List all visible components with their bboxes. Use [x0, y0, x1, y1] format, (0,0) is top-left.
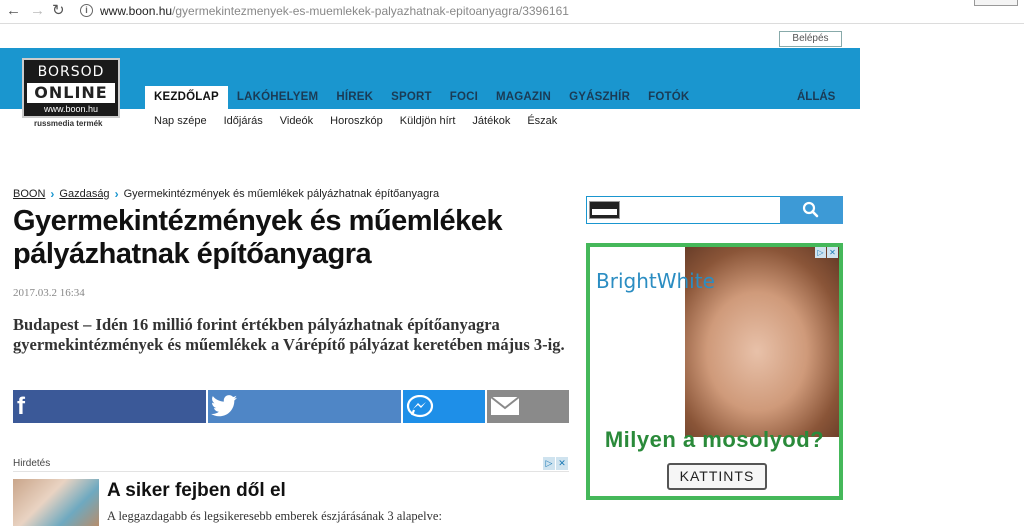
- ad-label: Hirdetés: [13, 458, 51, 469]
- divider: [13, 471, 569, 472]
- twitter-icon: [211, 395, 237, 417]
- sub-nav: Nap szépe Időjárás Videók Horoszkóp Küld…: [154, 115, 574, 127]
- facebook-icon: f: [17, 393, 25, 420]
- subnav-item[interactable]: Videók: [280, 115, 313, 127]
- subnav-item[interactable]: Játékok: [472, 115, 510, 127]
- info-icon[interactable]: i: [80, 4, 93, 17]
- site-logo[interactable]: BORSOD ONLINE www.boon.hu: [22, 58, 120, 118]
- share-bar: f: [13, 390, 569, 423]
- messenger-icon: [406, 395, 434, 418]
- subnav-item[interactable]: Nap szépe: [154, 115, 207, 127]
- nav-item-magazin[interactable]: MAGAZIN: [487, 86, 560, 109]
- breadcrumb: BOON › Gazdaság › Gyermekintézmények és …: [13, 187, 439, 201]
- nav-item-lakohelyem[interactable]: LAKÓHELYEM: [228, 86, 327, 109]
- breadcrumb-current: Gyermekintézmények és műemlékek pályázha…: [123, 188, 440, 200]
- nav-item-fotok[interactable]: FOTÓK: [639, 86, 698, 109]
- twitter-share-button[interactable]: [208, 390, 401, 423]
- breadcrumb-section[interactable]: Gazdaság: [59, 188, 109, 200]
- address-bar[interactable]: www.boon.hu/gyermekintezmenyek-es-muemle…: [100, 1, 1000, 21]
- url-path: /gyermekintezmenyek-es-muemlekek-palyazh…: [172, 4, 569, 18]
- subnav-item[interactable]: Észak: [527, 115, 557, 127]
- email-share-button[interactable]: [487, 390, 569, 423]
- nav-item-sport[interactable]: SPORT: [382, 86, 441, 109]
- forward-icon[interactable]: →: [30, 2, 45, 20]
- ad-title[interactable]: A siker fejben dől el: [107, 480, 286, 502]
- facebook-share-button[interactable]: f: [13, 390, 206, 423]
- search-icon: [802, 201, 819, 218]
- nav-item-hirek[interactable]: HÍREK: [327, 86, 382, 109]
- search-input[interactable]: [586, 196, 781, 224]
- logo-line2: ONLINE: [27, 83, 115, 103]
- back-icon[interactable]: ←: [6, 2, 21, 20]
- url-host: www.boon.hu: [100, 4, 173, 18]
- browser-toolbar: ← → ↻ i www.boon.hu/gyermekintezmenyek-e…: [0, 0, 1024, 24]
- logo-line3: www.boon.hu: [43, 104, 99, 114]
- email-icon: [490, 396, 520, 415]
- nav-item-allas[interactable]: ÁLLÁS: [797, 86, 835, 109]
- ad-cta-button[interactable]: KATTINTS: [667, 463, 767, 490]
- sidebar-ad[interactable]: BrightWhite Milyen a mosolyod? KATTINTS …: [586, 243, 843, 500]
- login-button[interactable]: Belépés: [779, 31, 842, 47]
- breadcrumb-home[interactable]: BOON: [13, 188, 45, 200]
- window-control[interactable]: [974, 0, 1018, 6]
- adchoices-icon[interactable]: ▷ ✕: [543, 457, 569, 470]
- chevron-right-icon: ›: [114, 187, 119, 201]
- article-date: 2017.03.2 16:34: [13, 287, 85, 299]
- site-logo-small: [589, 201, 620, 219]
- ad-thumbnail[interactable]: [13, 479, 99, 526]
- nav-item-gyaszhir[interactable]: GYÁSZHÍR: [560, 86, 639, 109]
- ad-text[interactable]: A leggazdagabb és legsikeresebb emberek …: [107, 509, 442, 524]
- search-button[interactable]: [780, 196, 843, 224]
- subnav-item[interactable]: Küldjön hírt: [400, 115, 456, 127]
- main-nav: KEZDŐLAP LAKÓHELYEM HÍREK SPORT FOCI MAG…: [145, 86, 698, 109]
- nav-item-kezdolap[interactable]: KEZDŐLAP: [145, 86, 228, 109]
- article-lead: Budapest – Idén 16 millió forint értékbe…: [13, 315, 565, 354]
- reload-icon[interactable]: ↻: [52, 2, 65, 20]
- ad-brand: BrightWhite: [596, 269, 715, 293]
- article-title: Gyermekintézmények és műemlékek pályázha…: [13, 205, 503, 270]
- russmedia-label: russmedia termék: [34, 119, 103, 128]
- nav-item-foci[interactable]: FOCI: [441, 86, 487, 109]
- subnav-item[interactable]: Időjárás: [224, 115, 263, 127]
- ad-headline: Milyen a mosolyod?: [604, 427, 825, 452]
- chevron-right-icon: ›: [50, 187, 55, 201]
- subnav-item[interactable]: Horoszkóp: [330, 115, 383, 127]
- adchoices-icon[interactable]: ▷ ✕: [815, 247, 839, 258]
- messenger-share-button[interactable]: [403, 390, 485, 423]
- logo-line1: BORSOD: [37, 64, 105, 80]
